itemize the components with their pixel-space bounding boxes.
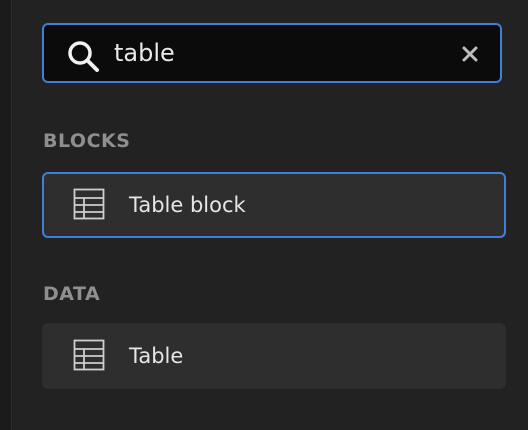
table-icon xyxy=(73,339,105,371)
left-rail xyxy=(0,0,12,430)
table-icon xyxy=(73,188,105,220)
section-heading-blocks: BLOCKS xyxy=(43,130,131,152)
close-icon[interactable] xyxy=(458,42,482,66)
result-item-table[interactable]: Table xyxy=(42,323,506,389)
section-heading-data: DATA xyxy=(43,283,101,305)
result-item-label: Table xyxy=(129,344,184,368)
result-item-table-block[interactable]: Table block xyxy=(42,172,506,238)
search-input[interactable] xyxy=(114,33,444,73)
search-icon xyxy=(68,41,99,72)
result-item-label: Table block xyxy=(129,193,246,217)
search-box[interactable] xyxy=(42,23,502,83)
